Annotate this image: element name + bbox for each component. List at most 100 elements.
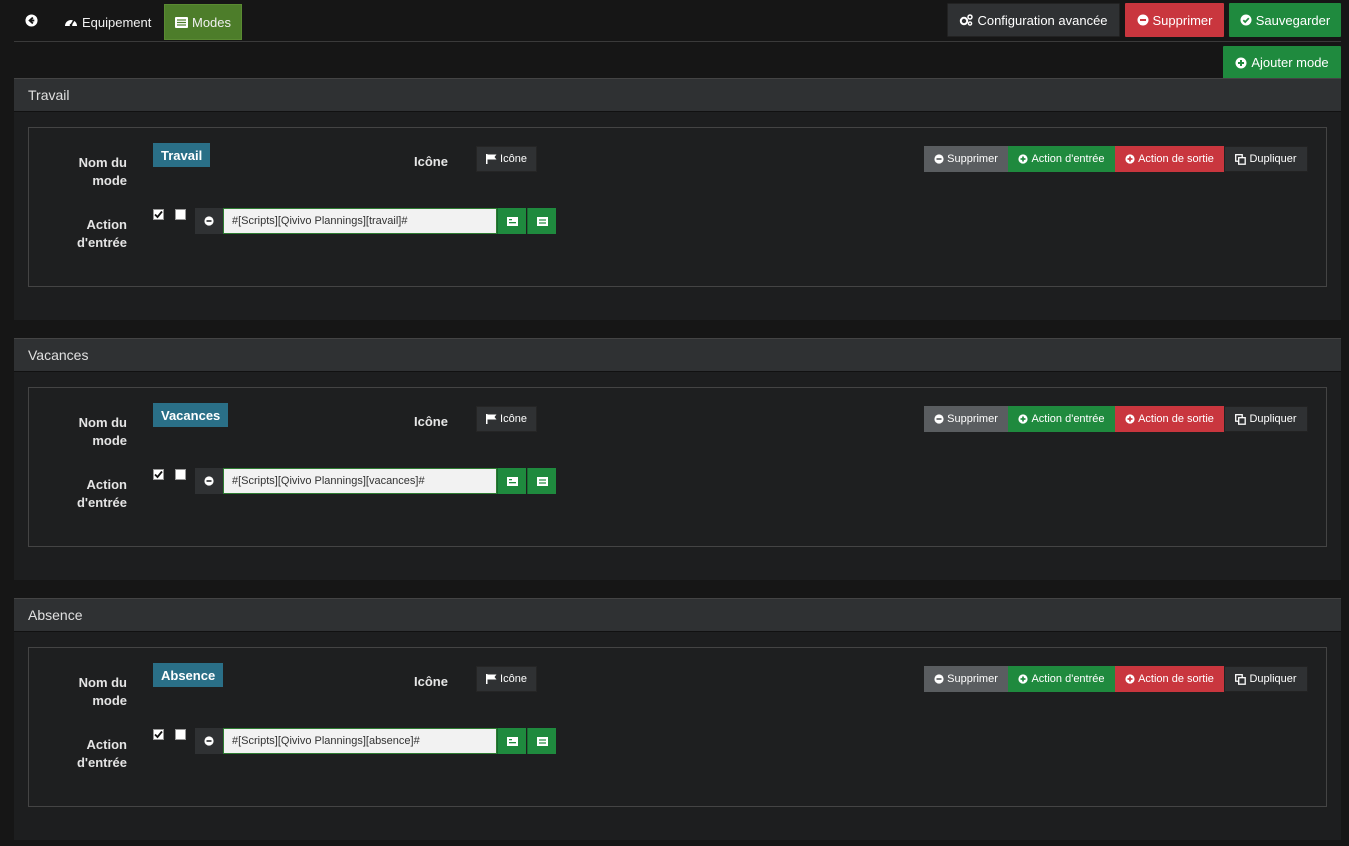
add-mode-button[interactable]: Ajouter mode bbox=[1223, 46, 1341, 79]
icon-label: Icône bbox=[414, 414, 448, 429]
mode-name-badge[interactable]: Absence bbox=[153, 663, 224, 687]
entry-action-label: Action d'entrée bbox=[76, 477, 127, 510]
duplicate-mode-label: Dupliquer bbox=[1249, 673, 1297, 685]
config-advanced-label: Configuration avancée bbox=[977, 12, 1108, 28]
action-enabled-checkbox[interactable] bbox=[153, 209, 164, 220]
mode-panel-title: Vacances bbox=[14, 338, 1341, 372]
list-alt-icon bbox=[506, 214, 518, 229]
remove-action-button[interactable] bbox=[195, 728, 223, 754]
delete-button[interactable]: Supprimer bbox=[1125, 3, 1224, 37]
add-exit-action-button[interactable]: Action de sortie bbox=[1115, 146, 1224, 172]
flag-icon bbox=[486, 154, 497, 164]
action-parallel-checkbox[interactable] bbox=[175, 209, 186, 220]
action-parallel-checkbox[interactable] bbox=[175, 729, 186, 740]
plus-circle-icon bbox=[1125, 414, 1135, 424]
entry-action-label: Action d'entrée bbox=[76, 217, 127, 250]
minus-circle-icon bbox=[934, 154, 944, 164]
cogs-icon bbox=[959, 14, 974, 26]
duplicate-mode-label: Dupliquer bbox=[1249, 413, 1297, 425]
add-mode-label: Ajouter mode bbox=[1251, 55, 1329, 70]
add-exit-action-button[interactable]: Action de sortie bbox=[1115, 406, 1224, 432]
copy-icon bbox=[1235, 413, 1247, 425]
arrow-circle-left-icon bbox=[24, 14, 38, 30]
delete-mode-label: Supprimer bbox=[947, 413, 998, 425]
select-action-button[interactable] bbox=[527, 468, 556, 494]
list-icon bbox=[536, 474, 548, 489]
tab-modes-label: Modes bbox=[191, 14, 232, 30]
mode-form: Nom du mode Vacances Icône Icône Supprime… bbox=[28, 387, 1327, 547]
choose-icon-button[interactable]: Icône bbox=[476, 406, 537, 432]
list-alt-icon bbox=[506, 734, 518, 749]
add-exit-action-label: Action de sortie bbox=[1138, 413, 1214, 425]
duplicate-mode-button[interactable]: Dupliquer bbox=[1224, 666, 1308, 692]
back-tab[interactable] bbox=[14, 4, 48, 40]
remove-action-button[interactable] bbox=[195, 208, 223, 234]
minus-circle-icon bbox=[204, 214, 214, 229]
select-action-button[interactable] bbox=[527, 728, 556, 754]
action-command-input[interactable]: #[Scripts][Qivivo Plannings][vacances]# bbox=[223, 468, 497, 494]
add-entry-action-button[interactable]: Action d'entrée bbox=[1008, 146, 1115, 172]
delete-mode-label: Supprimer bbox=[947, 153, 998, 165]
mode-name-badge[interactable]: Travail bbox=[153, 143, 211, 167]
delete-mode-label: Supprimer bbox=[947, 673, 998, 685]
mode-panel: Travail Nom du mode Travail Icône Icône S… bbox=[14, 78, 1341, 320]
add-entry-action-button[interactable]: Action d'entrée bbox=[1008, 666, 1115, 692]
choose-icon-button[interactable]: Icône bbox=[476, 666, 537, 692]
plus-circle-icon bbox=[1018, 154, 1029, 164]
flag-icon bbox=[486, 674, 497, 684]
duplicate-mode-label: Dupliquer bbox=[1249, 153, 1297, 165]
minus-circle-icon bbox=[934, 414, 944, 424]
action-command-input[interactable]: #[Scripts][Qivivo Plannings][travail]# bbox=[223, 208, 497, 234]
icon-label: Icône bbox=[414, 674, 448, 689]
choose-icon-button[interactable]: Icône bbox=[476, 146, 537, 172]
delete-mode-button[interactable]: Supprimer bbox=[924, 666, 1008, 692]
action-enabled-checkbox[interactable] bbox=[153, 729, 164, 740]
minus-circle-icon bbox=[934, 674, 944, 684]
tab-equipement-label: Equipement bbox=[82, 14, 152, 30]
plus-circle-icon bbox=[1125, 154, 1135, 164]
delete-mode-button[interactable]: Supprimer bbox=[924, 406, 1008, 432]
save-label: Sauvegarder bbox=[1255, 12, 1331, 28]
minus-circle-icon bbox=[204, 734, 214, 749]
mode-panel: Vacances Nom du mode Vacances Icône Icône… bbox=[14, 338, 1341, 580]
select-command-button[interactable] bbox=[497, 468, 526, 494]
flag-icon bbox=[486, 414, 497, 424]
icon-label: Icône bbox=[414, 154, 448, 169]
tab-modes[interactable]: Modes bbox=[164, 4, 242, 40]
minus-circle-icon bbox=[1137, 14, 1149, 26]
save-button[interactable]: Sauvegarder bbox=[1229, 3, 1341, 37]
mode-panel-title: Absence bbox=[14, 598, 1341, 632]
config-advanced-button[interactable]: Configuration avancée bbox=[947, 3, 1120, 37]
mode-name-badge[interactable]: Vacances bbox=[153, 403, 229, 427]
add-entry-action-label: Action d'entrée bbox=[1031, 413, 1105, 425]
list-icon bbox=[174, 16, 188, 28]
select-command-button[interactable] bbox=[497, 728, 526, 754]
action-enabled-checkbox[interactable] bbox=[153, 469, 164, 480]
duplicate-mode-button[interactable]: Dupliquer bbox=[1224, 146, 1308, 172]
mode-panel-title: Travail bbox=[14, 78, 1341, 112]
add-entry-action-label: Action d'entrée bbox=[1031, 153, 1105, 165]
choose-icon-label: Icône bbox=[500, 673, 527, 685]
add-entry-action-button[interactable]: Action d'entrée bbox=[1008, 406, 1115, 432]
select-command-button[interactable] bbox=[497, 208, 526, 234]
mode-name-label: Nom du mode bbox=[78, 675, 127, 708]
remove-action-button[interactable] bbox=[195, 468, 223, 494]
choose-icon-label: Icône bbox=[500, 413, 527, 425]
add-exit-action-button[interactable]: Action de sortie bbox=[1115, 666, 1224, 692]
add-entry-action-label: Action d'entrée bbox=[1031, 673, 1105, 685]
action-parallel-checkbox[interactable] bbox=[175, 469, 186, 480]
select-action-button[interactable] bbox=[527, 208, 556, 234]
plus-circle-icon bbox=[1018, 414, 1029, 424]
plus-circle-icon bbox=[1235, 57, 1247, 69]
tab-equipement[interactable]: Equipement bbox=[52, 4, 163, 40]
minus-circle-icon bbox=[204, 474, 214, 489]
delete-mode-button[interactable]: Supprimer bbox=[924, 146, 1008, 172]
action-command-input[interactable]: #[Scripts][Qivivo Plannings][absence]# bbox=[223, 728, 497, 754]
copy-icon bbox=[1235, 673, 1247, 685]
mode-name-label: Nom du mode bbox=[78, 415, 127, 448]
add-exit-action-label: Action de sortie bbox=[1138, 153, 1214, 165]
duplicate-mode-button[interactable]: Dupliquer bbox=[1224, 406, 1308, 432]
mode-form: Nom du mode Absence Icône Icône Supprimer bbox=[28, 647, 1327, 807]
entry-action-label: Action d'entrée bbox=[76, 737, 127, 770]
delete-label: Supprimer bbox=[1152, 12, 1213, 28]
